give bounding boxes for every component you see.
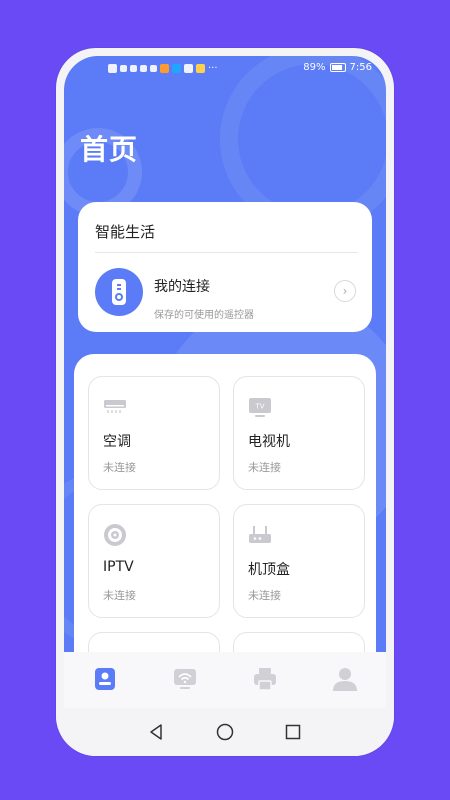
cart-icon: [150, 65, 157, 72]
home-circle-icon: [216, 723, 234, 741]
svg-text:TV: TV: [254, 403, 264, 411]
device-name: IPTV: [103, 559, 134, 575]
more-icon: ···: [208, 63, 218, 74]
device-status: 未连接: [248, 589, 281, 602]
battery-icon: [329, 63, 346, 72]
printer-icon: [254, 668, 276, 691]
device-name: 电视机: [248, 434, 290, 450]
device-status: 未连接: [248, 461, 281, 474]
divider: [95, 252, 358, 253]
device-card-air-conditioner[interactable]: 空调 未连接: [88, 376, 220, 490]
app-notification-icon: [160, 64, 169, 73]
my-connection-subtitle: 保存的可使用的遥控器: [154, 310, 254, 321]
wifi-icon: [140, 65, 147, 72]
app-notification-icon: [184, 64, 193, 73]
clock: 7:56: [349, 62, 372, 73]
battery-percent: 89%: [303, 62, 326, 73]
my-connection-label[interactable]: 我的连接: [154, 276, 210, 296]
device-status: 未连接: [103, 461, 136, 474]
signal-icon: [120, 65, 127, 72]
router-icon: [249, 526, 271, 543]
page-title: 首页: [80, 133, 139, 166]
back-triangle-icon: [150, 724, 162, 740]
device-card-iptv[interactable]: IPTV 未连接: [88, 504, 220, 618]
status-icons: ···: [108, 63, 218, 74]
profile-icon: [333, 668, 357, 691]
device-status: 未连接: [103, 589, 136, 602]
app-screen: ··· 89% 7:56 首页 智能生活 我的连接 保存的可使用的遥控器 › 空…: [64, 56, 386, 698]
tv-icon: TV: [249, 398, 271, 417]
tab-printer[interactable]: [252, 666, 278, 692]
tab-home[interactable]: [92, 666, 118, 692]
nav-home-button[interactable]: [215, 722, 235, 742]
card-heading: 智能生活: [95, 223, 156, 241]
search-app-icon: [172, 64, 181, 73]
devices-panel: 空调 未连接 TV 电视机 未连接 IPTV 未连接 机顶盒 未连接: [74, 354, 376, 698]
device-card-set-top-box[interactable]: 机顶盒 未连接: [233, 504, 365, 618]
disc-icon: [104, 524, 126, 546]
tab-wifi-tv[interactable]: [172, 666, 198, 692]
device-name: 空调: [103, 434, 131, 450]
home-remote-icon: [95, 668, 115, 690]
smart-life-card: 智能生活 我的连接 保存的可使用的遥控器 ›: [78, 202, 372, 332]
tab-profile[interactable]: [332, 666, 358, 692]
chevron-right-icon[interactable]: ›: [334, 280, 356, 302]
remote-icon: [95, 268, 143, 316]
bottom-tab-bar: [64, 652, 386, 708]
nav-recents-button[interactable]: [283, 722, 303, 742]
status-right: 89% 7:56: [303, 62, 372, 73]
hd-icon: [108, 64, 117, 73]
air-conditioner-icon: [104, 400, 126, 413]
system-nav-bar: [56, 708, 394, 756]
wifi-tv-icon: [174, 669, 196, 689]
device-card-tv[interactable]: TV 电视机 未连接: [233, 376, 365, 490]
status-bar: ··· 89% 7:56: [64, 56, 386, 84]
nav-back-button[interactable]: [146, 722, 166, 742]
phone-frame: ··· 89% 7:56 首页 智能生活 我的连接 保存的可使用的遥控器 › 空…: [56, 48, 394, 756]
app-notification-icon: [196, 64, 205, 73]
device-name: 机顶盒: [248, 562, 290, 578]
signal-icon: [130, 65, 137, 72]
recents-square-icon: [285, 724, 301, 740]
